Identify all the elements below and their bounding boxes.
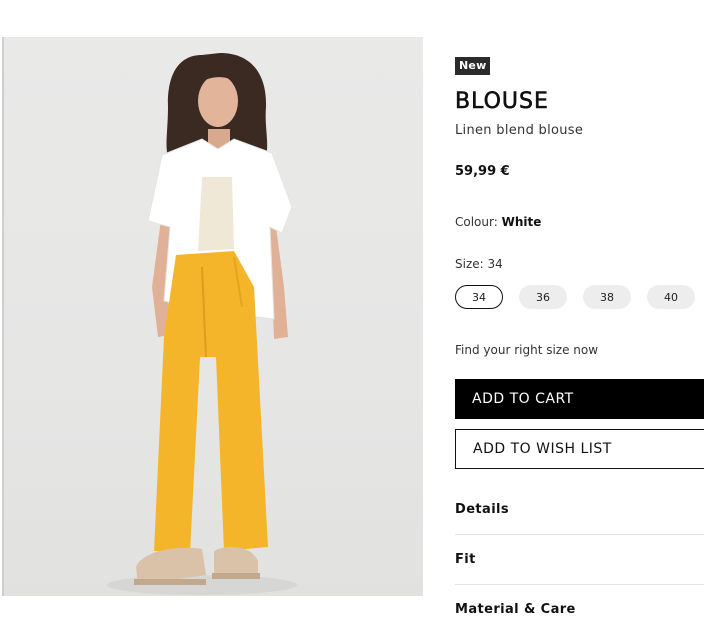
size-option-34[interactable]: 34 (455, 285, 503, 309)
accordion-details[interactable]: Details (455, 502, 704, 517)
colour-row: Colour: White (455, 215, 541, 229)
new-badge: New (455, 57, 491, 75)
size-option-36[interactable]: 36 (519, 285, 567, 309)
find-size-link[interactable]: Find your right size now (455, 343, 598, 357)
size-selector: 34 36 38 40 (455, 285, 704, 309)
divider (455, 584, 704, 585)
size-row: Size: 34 (455, 257, 503, 271)
model-illustration (107, 53, 297, 595)
colour-value: White (501, 215, 542, 229)
add-to-wish-list-button[interactable]: ADD TO WISH LIST (455, 429, 704, 469)
product-page: New BLOUSE Linen blend blouse 59,99 € Co… (0, 0, 704, 619)
size-label: Size: (455, 257, 484, 271)
product-subtitle: Linen blend blouse (455, 123, 584, 138)
product-price: 59,99 € (455, 164, 510, 179)
size-option-40[interactable]: 40 (647, 285, 695, 309)
accordion-fit[interactable]: Fit (455, 552, 704, 567)
colour-label: Colour: (455, 215, 498, 229)
accordion-material-care[interactable]: Material & Care (455, 602, 704, 617)
add-to-cart-button[interactable]: ADD TO CART (455, 379, 704, 419)
product-info: New BLOUSE Linen blend blouse 59,99 € Co… (455, 0, 704, 619)
size-option-38[interactable]: 38 (583, 285, 631, 309)
divider (455, 534, 704, 535)
product-image[interactable] (2, 37, 423, 596)
size-value: 34 (487, 257, 503, 271)
product-title: BLOUSE (455, 89, 549, 115)
